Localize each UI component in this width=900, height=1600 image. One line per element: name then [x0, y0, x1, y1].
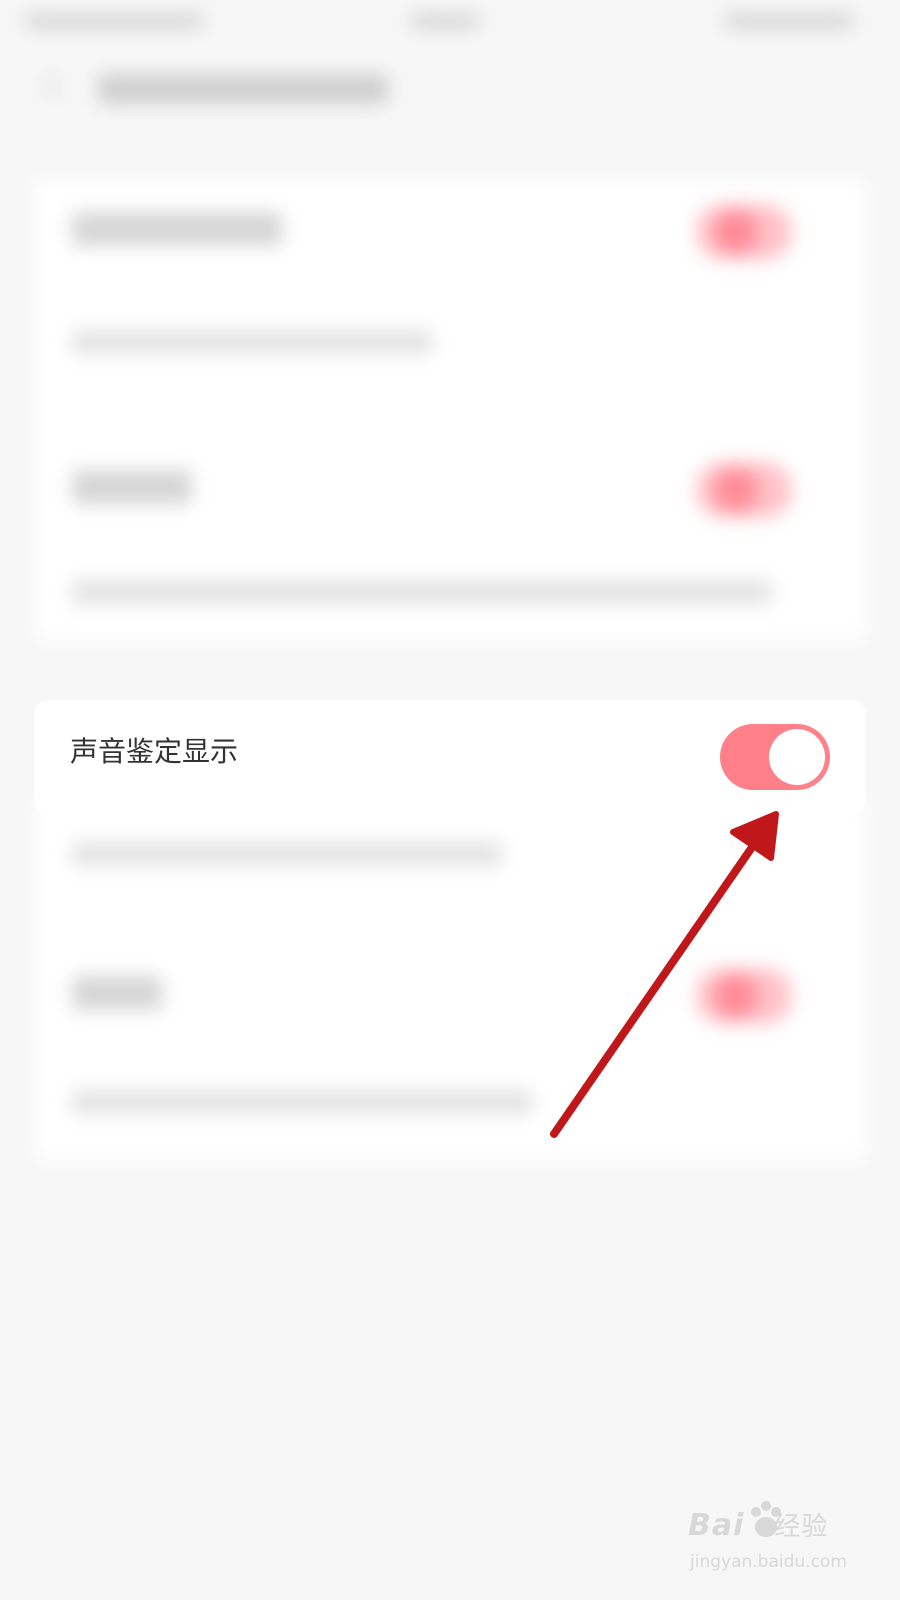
baidu-jingyan-watermark: Bai 经验 jingyan.baidu.com	[688, 1500, 858, 1580]
back-arrow-icon[interactable]	[43, 71, 74, 102]
settings-card-bottom	[34, 800, 866, 1160]
voice-identification-toggle[interactable]	[720, 724, 830, 790]
toggle-switch[interactable]	[696, 204, 792, 260]
watermark-site: jingyan.baidu.com	[690, 1552, 847, 1572]
paw-icon	[751, 1501, 781, 1537]
page-title	[98, 74, 388, 104]
settings-card-top	[34, 180, 866, 640]
setting-label: 声音鉴定显示	[70, 735, 239, 768]
setting-row-voice-identification: 声音鉴定显示	[34, 700, 866, 814]
toggle-switch[interactable]	[696, 968, 792, 1024]
toggle-knob	[769, 729, 825, 785]
toggle-switch[interactable]	[696, 462, 792, 518]
